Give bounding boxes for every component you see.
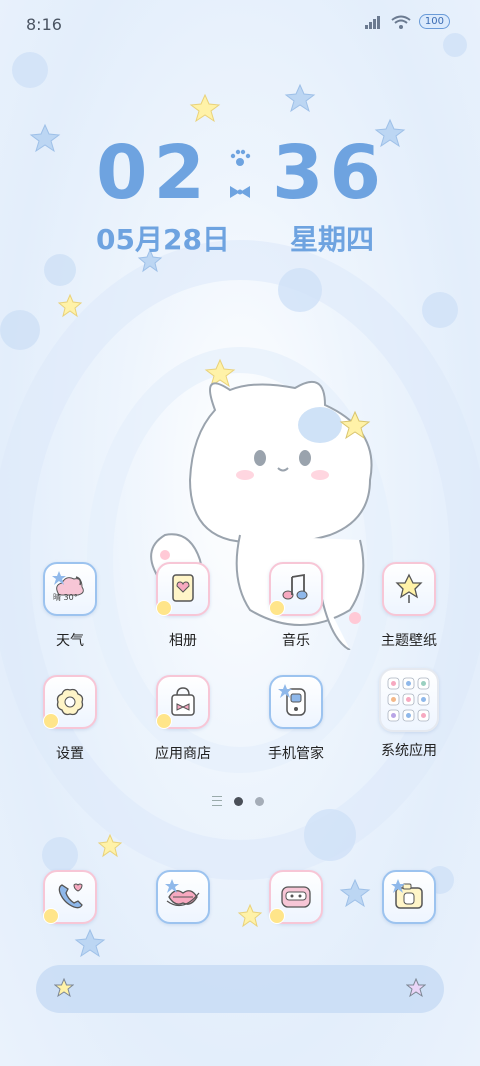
signal-icon: [364, 15, 380, 29]
browser-icon: [269, 870, 323, 924]
clock-minutes: 36: [272, 130, 387, 216]
page-dot[interactable]: [255, 796, 264, 806]
star-icon: [54, 978, 74, 998]
app-label: 天气: [56, 633, 84, 649]
star-icon: [406, 978, 426, 998]
page-indicator[interactable]: [212, 796, 264, 806]
app-music[interactable]: 音乐: [246, 562, 346, 650]
app-store[interactable]: 应用商店: [133, 675, 233, 763]
gallery-icon: [156, 562, 210, 616]
phone-icon: [43, 870, 97, 924]
phone-manager-icon: [269, 675, 323, 729]
status-bar: 8:16 100: [0, 0, 480, 48]
dock-browser[interactable]: [246, 870, 346, 924]
app-settings[interactable]: 设置: [20, 675, 120, 763]
badge-icon: [43, 713, 59, 729]
menu-lines-icon[interactable]: [212, 796, 222, 806]
dock-messages[interactable]: [133, 870, 233, 924]
paw-bow-separator-icon: [230, 149, 251, 198]
badge-icon: [269, 600, 285, 616]
badge-icon: [269, 908, 285, 924]
app-label: 音乐: [282, 633, 310, 649]
camera-icon: [382, 870, 436, 924]
app-label: 主题壁纸: [381, 633, 437, 649]
messages-icon: [156, 870, 210, 924]
app-label: 手机管家: [268, 746, 324, 762]
badge-icon: [43, 908, 59, 924]
weather-widget-temp: 晴 30°: [53, 593, 78, 602]
app-phone-manager[interactable]: 手机管家: [246, 675, 346, 763]
star-badge-icon: [165, 879, 179, 893]
app-store-icon: [156, 675, 210, 729]
badge-icon: [156, 600, 172, 616]
star-badge-icon: [52, 571, 66, 585]
dock-phone[interactable]: [20, 870, 120, 924]
clock-hours: 02: [96, 130, 211, 216]
clock-widget[interactable]: 02 36: [0, 130, 480, 216]
app-label: 设置: [56, 746, 84, 762]
app-label: 系统应用: [381, 743, 437, 759]
badge-icon: [156, 713, 172, 729]
music-icon: [269, 562, 323, 616]
weather-icon: 晴 30°: [43, 562, 97, 616]
date-text: 05月28日: [96, 223, 230, 256]
themes-icon: [382, 562, 436, 616]
app-gallery[interactable]: 相册: [133, 562, 233, 650]
dock-camera[interactable]: [359, 870, 459, 924]
search-bar[interactable]: [36, 965, 444, 1013]
app-label: 应用商店: [155, 746, 211, 762]
settings-icon: [43, 675, 97, 729]
weekday-text: 星期四: [290, 223, 375, 256]
page-dot-active[interactable]: [234, 796, 243, 806]
status-icons: 100: [364, 14, 450, 29]
system-apps-folder-icon: [379, 668, 439, 732]
star-badge-icon: [391, 879, 405, 893]
battery-indicator: 100: [418, 14, 450, 29]
app-label: 相册: [169, 633, 197, 649]
wifi-icon: [391, 15, 411, 29]
app-themes[interactable]: 主题壁纸: [359, 562, 459, 650]
app-weather[interactable]: 晴 30° 天气: [20, 562, 120, 650]
status-time: 8:16: [26, 15, 62, 34]
date-row: 05月28日 星期四: [96, 218, 396, 258]
star-badge-icon: [278, 684, 292, 698]
folder-system-apps[interactable]: 系统应用: [359, 668, 459, 760]
